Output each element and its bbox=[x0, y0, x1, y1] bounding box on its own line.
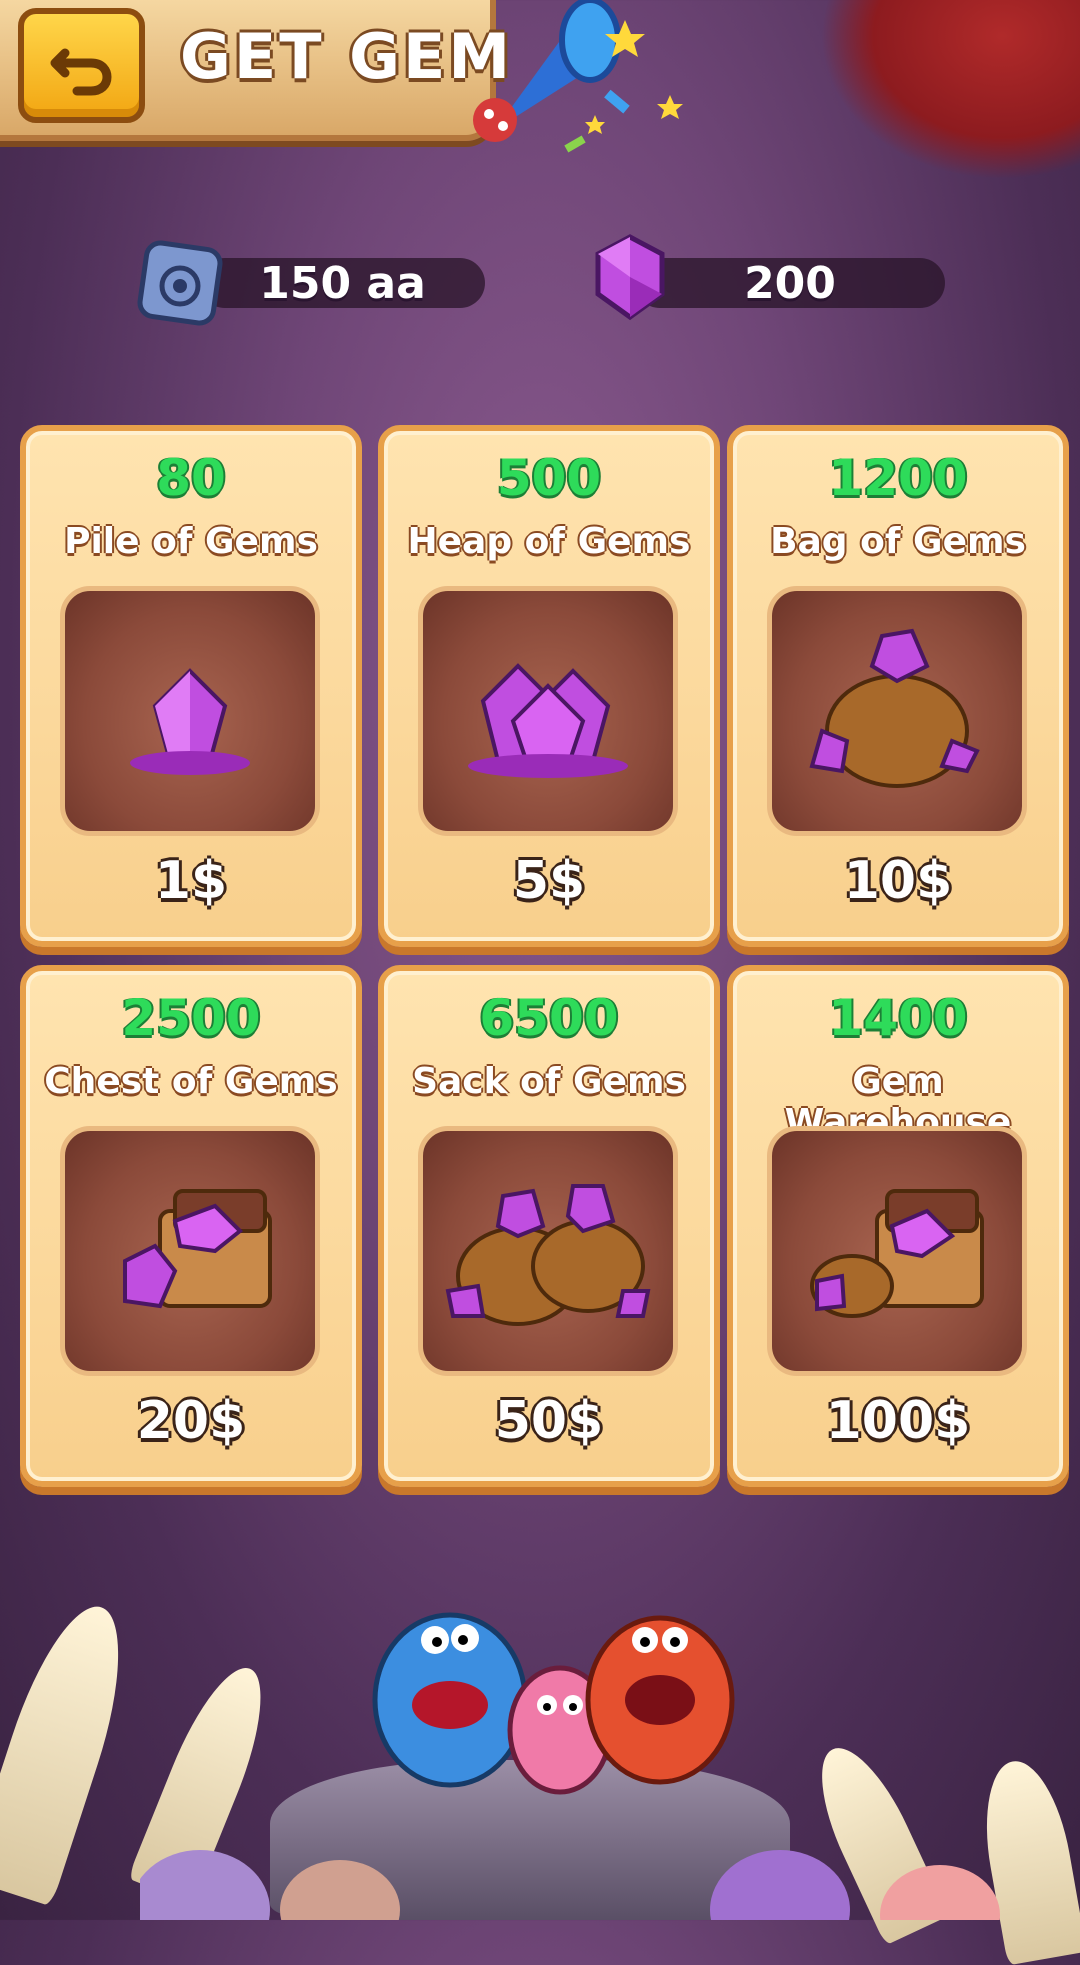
dragon-decoration bbox=[820, 0, 1080, 180]
offer-amount: 6500 bbox=[479, 989, 619, 1047]
offer-price[interactable]: 5$ bbox=[384, 851, 714, 911]
back-button[interactable] bbox=[18, 8, 145, 123]
offer-price[interactable]: 10$ bbox=[733, 851, 1063, 911]
gem-bag-icon bbox=[809, 628, 980, 788]
coin-token-icon bbox=[137, 240, 223, 326]
offer-image bbox=[767, 586, 1027, 836]
offer-price[interactable]: 1$ bbox=[26, 851, 356, 911]
offer-card[interactable]: 6500 Sack of Gems 50$ bbox=[378, 965, 720, 1487]
offer-amount: 80 bbox=[156, 449, 226, 507]
offer-amount: 1400 bbox=[828, 989, 968, 1047]
offer-name: Sack of Gems bbox=[412, 1061, 686, 1102]
offer-image bbox=[418, 1126, 678, 1376]
gem-pile-icon bbox=[130, 668, 250, 775]
party-horn-icon bbox=[473, 0, 683, 153]
gem-icon bbox=[595, 234, 665, 321]
gem-heap-icon bbox=[468, 663, 628, 778]
offer-image bbox=[60, 586, 320, 836]
offer-amount: 1200 bbox=[828, 449, 968, 507]
gem-chest-icon bbox=[123, 1189, 272, 1309]
offer-card[interactable]: 1400 Gem Warehouse 100$ bbox=[727, 965, 1069, 1487]
offer-card[interactable]: 80 Pile of Gems 1$ bbox=[20, 425, 362, 947]
eggs-decoration bbox=[140, 1850, 1000, 1920]
gem-balance: 200 bbox=[635, 257, 945, 309]
gem-balance-value: 200 bbox=[744, 257, 836, 309]
coin-balance-value: 150 aa bbox=[259, 257, 426, 309]
back-arrow-icon bbox=[50, 48, 111, 95]
offer-price[interactable]: 20$ bbox=[26, 1391, 356, 1451]
offer-card[interactable]: 1200 Bag of Gems 10$ bbox=[727, 425, 1069, 947]
gem-warehouse-icon bbox=[810, 1189, 984, 1318]
offer-name: Bag of Gems bbox=[770, 521, 1026, 562]
offer-price[interactable]: 100$ bbox=[733, 1391, 1063, 1451]
offer-image bbox=[767, 1126, 1027, 1376]
offer-amount: 2500 bbox=[121, 989, 261, 1047]
offer-image bbox=[60, 1126, 320, 1376]
monster-characters-icon bbox=[372, 1612, 735, 1795]
offer-amount: 500 bbox=[496, 449, 602, 507]
offer-name: Chest of Gems bbox=[44, 1061, 338, 1102]
coin-balance: 150 aa bbox=[200, 257, 485, 309]
bone-horn-left bbox=[0, 1593, 145, 1907]
offer-price[interactable]: 50$ bbox=[384, 1391, 714, 1451]
offer-name: Pile of Gems bbox=[64, 521, 318, 562]
offer-card[interactable]: 2500 Chest of Gems 20$ bbox=[20, 965, 362, 1487]
gem-sacks-icon bbox=[445, 1184, 651, 1326]
offer-card[interactable]: 500 Heap of Gems 5$ bbox=[378, 425, 720, 947]
offer-name: Heap of Gems bbox=[407, 521, 691, 562]
offer-image bbox=[418, 586, 678, 836]
